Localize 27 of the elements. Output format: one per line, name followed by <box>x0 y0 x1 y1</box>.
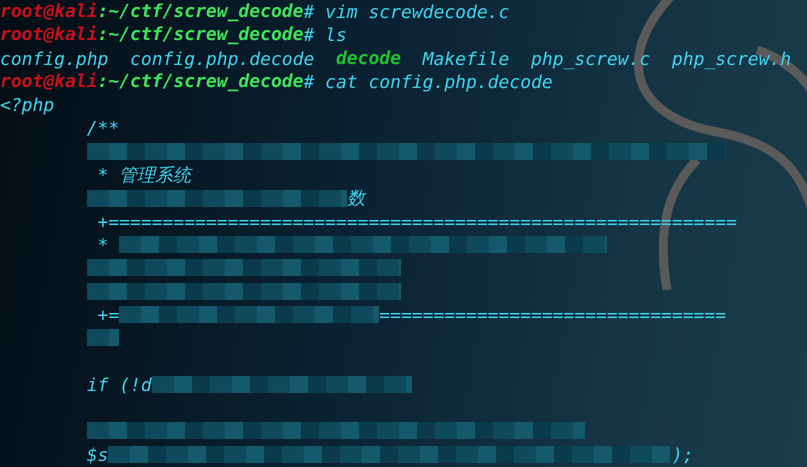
file-name: config.php <box>0 46 108 70</box>
prompt-path: :~/ctf/screw_decode <box>98 70 304 94</box>
file-name: php_screw.c <box>531 46 650 70</box>
code-text: +========================================================== <box>96 210 737 233</box>
prompt-user: root@kali <box>0 70 98 94</box>
code-text: * <box>96 232 110 256</box>
file-name: config.php.decode <box>130 46 314 70</box>
code-text: if (!d <box>86 372 152 396</box>
code-text: ================================ <box>379 302 726 326</box>
code-text: += <box>96 302 120 326</box>
code-text: ); <box>672 442 694 466</box>
code-text: 数 <box>346 186 365 210</box>
file-name: Makefile <box>422 46 510 70</box>
prompt-path: :~/ctf/screw_decode <box>98 0 304 24</box>
code-text: $s <box>86 442 108 466</box>
executable-name: decode <box>336 46 401 70</box>
command-text: # vim screwdecode.c <box>303 0 510 24</box>
redaction-block <box>86 329 120 346</box>
code-text: /** <box>86 116 120 140</box>
command-text: # ls <box>303 23 347 47</box>
code-text: * 管理系统 <box>96 163 192 186</box>
command-text: # cat config.php.decode <box>303 70 553 94</box>
file-name: php_screw.h <box>672 46 792 70</box>
code-text: <?php <box>0 93 54 116</box>
prompt-user: root@kali <box>0 23 98 47</box>
prompt-user: root@kali <box>0 0 98 24</box>
prompt-path: :~/ctf/screw_decode <box>98 23 304 47</box>
